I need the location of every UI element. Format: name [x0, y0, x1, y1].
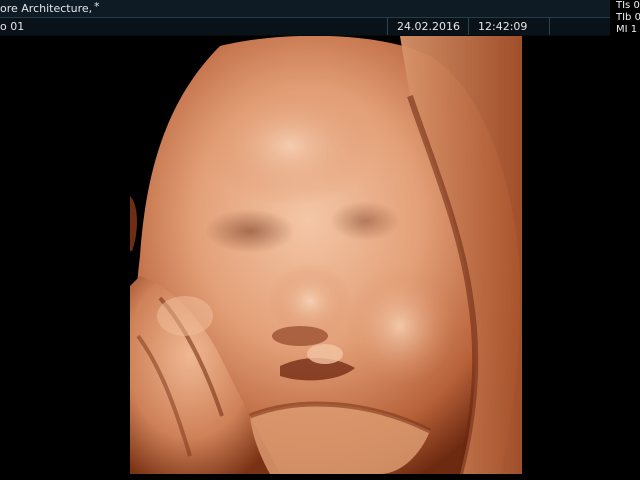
probe-label: o 01 [0, 20, 25, 33]
top-status-bar: ore Architecture, * o 01 24.02.2016 12:4… [0, 0, 640, 36]
divider [387, 18, 388, 35]
eye-region [205, 209, 295, 253]
divider [468, 18, 469, 35]
fetal-3d-rendering[interactable] [130, 36, 522, 474]
modified-indicator: * [94, 0, 100, 13]
divider [549, 18, 550, 35]
mi-readout: MI 1 [616, 24, 638, 35]
tib-readout: TIb 0 [616, 12, 640, 23]
institution-name: ore Architecture, [0, 2, 93, 15]
exam-time: 12:42:09 [478, 20, 528, 33]
exam-date: 24.02.2016 [397, 20, 460, 33]
tis-readout: TIs 0 [616, 0, 640, 11]
